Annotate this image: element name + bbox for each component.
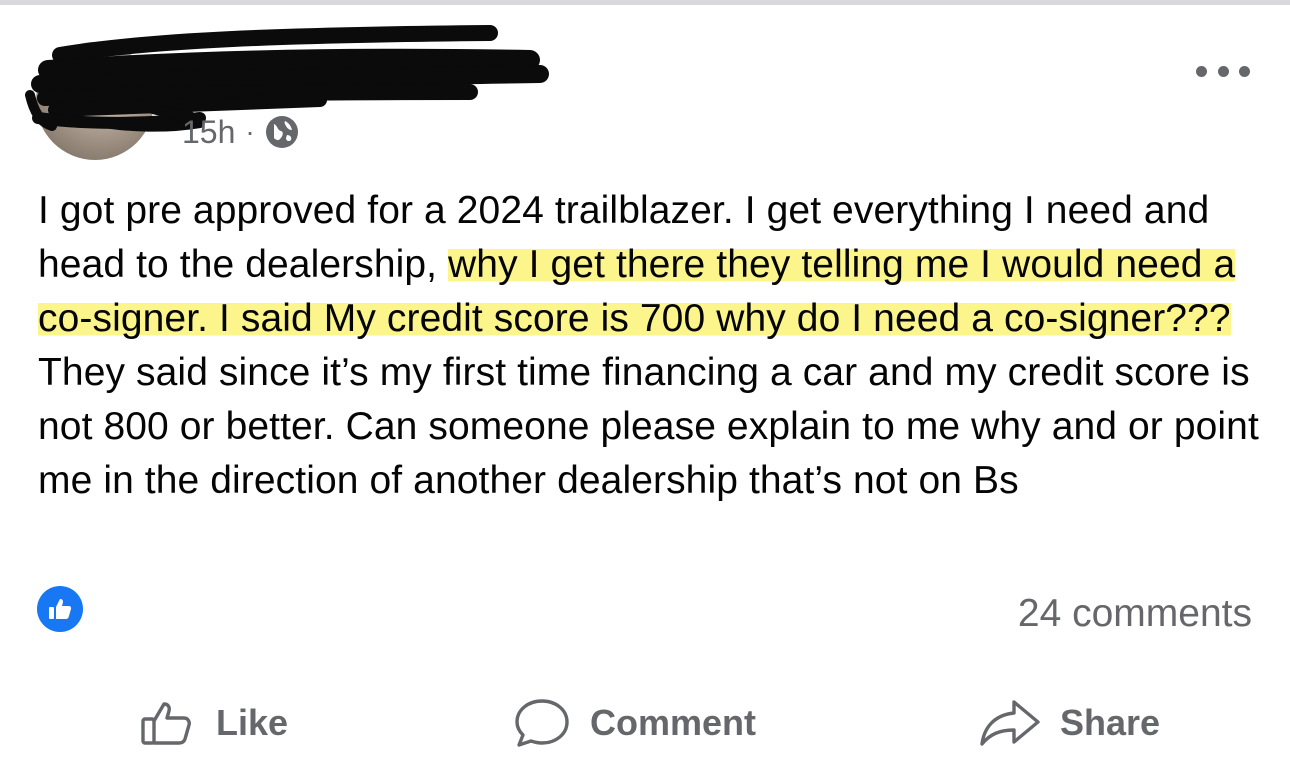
post-action-bar: Like Comment Share xyxy=(0,688,1290,758)
post-meta: 15h · xyxy=(182,112,299,152)
more-dot xyxy=(1196,65,1207,77)
comment-bubble-icon xyxy=(515,699,569,747)
globe-icon xyxy=(265,116,298,148)
post-body-text: They said since it’s my first time finan… xyxy=(38,351,1259,502)
like-label: Like xyxy=(216,702,289,743)
more-horizontal-icon[interactable] xyxy=(1196,58,1250,84)
post-body: I got pre approved for a 2024 trailblaze… xyxy=(38,184,1260,508)
comment-label: Comment xyxy=(590,702,757,743)
like-button[interactable]: Like xyxy=(140,688,288,758)
meta-separator: · xyxy=(245,116,255,147)
post-timestamp[interactable]: 15h xyxy=(182,114,235,151)
share-arrow-icon xyxy=(980,700,1040,746)
comment-button[interactable]: Comment xyxy=(512,688,756,758)
like-reaction-icon[interactable] xyxy=(37,586,83,632)
more-dot xyxy=(1217,65,1229,77)
thumbs-up-outline-icon xyxy=(141,702,191,745)
comments-count[interactable]: 24 comments xyxy=(1018,592,1252,636)
share-button[interactable]: Share xyxy=(978,688,1160,758)
more-dot xyxy=(1239,65,1250,77)
share-label: Share xyxy=(1060,702,1161,743)
thumbs-up-icon xyxy=(49,599,72,619)
